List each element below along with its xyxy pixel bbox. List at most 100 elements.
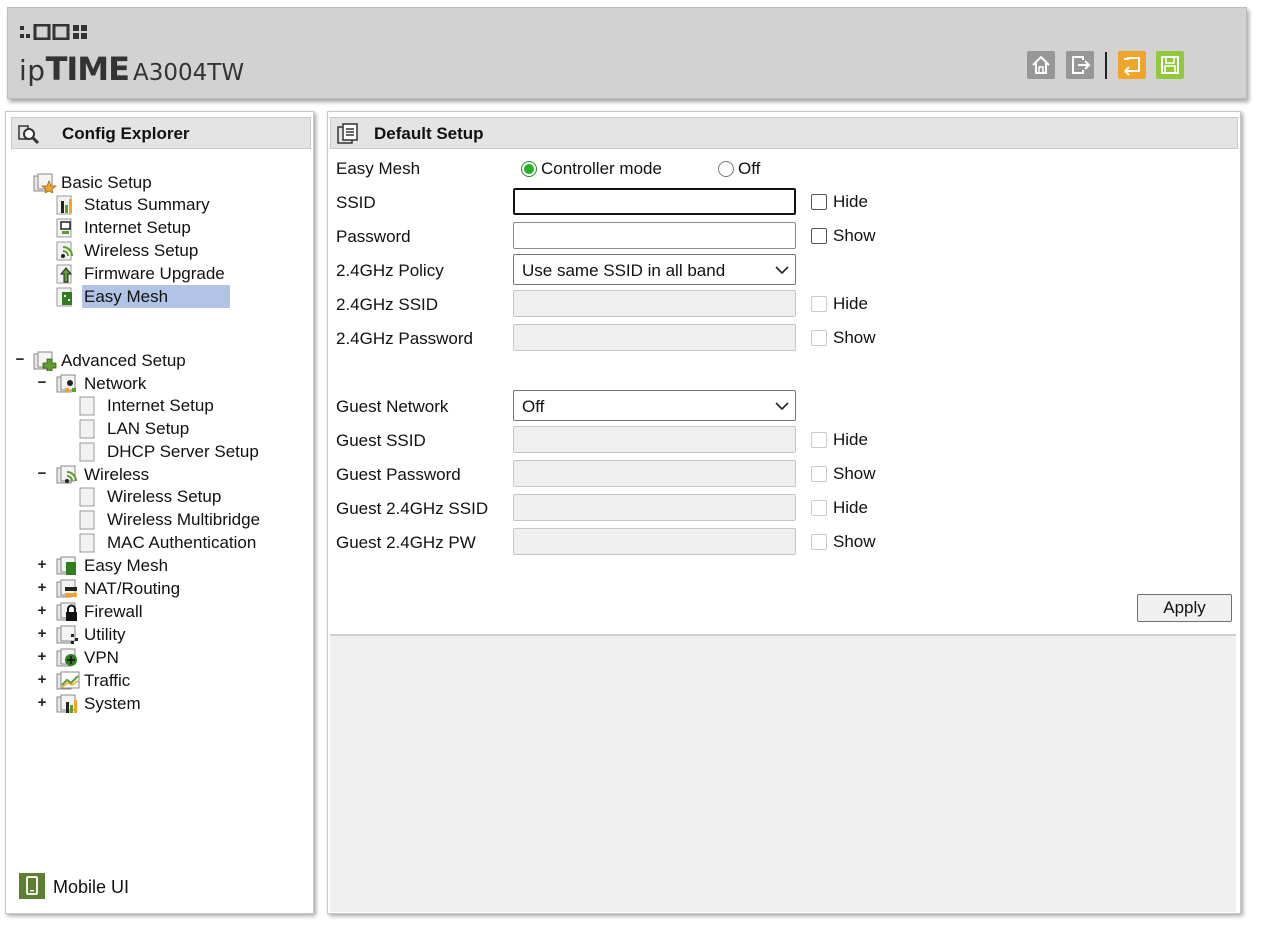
logout-button[interactable] (1066, 51, 1094, 79)
tree-basic-setup-label: Basic Setup (61, 173, 152, 192)
magnifier-icon (18, 125, 40, 145)
guest-password-label: Guest Password (336, 465, 461, 484)
chevron-down-icon (775, 402, 789, 411)
utility-icon (56, 625, 78, 644)
guest-pw-24-show-checkbox (811, 534, 827, 550)
traffic-icon (56, 671, 80, 690)
password-label: Password (336, 227, 411, 246)
guest-ssid-label: Guest SSID (336, 431, 426, 450)
model-name: A3004TW (133, 60, 245, 86)
password-24-show-label: Show (833, 328, 876, 347)
header-divider (1105, 52, 1107, 79)
ssid-hide-checkbox[interactable] (811, 194, 827, 210)
tree-wireless-toggle[interactable]: − (36, 466, 48, 481)
vpn-icon (56, 648, 77, 667)
tree-nat-routing-label: NAT/Routing (84, 579, 181, 598)
password-show-checkbox[interactable] (811, 228, 827, 244)
status-area (330, 634, 1236, 912)
tree-wireless-multibridge-label: Wireless Multibridge (107, 510, 261, 529)
page-icon (79, 487, 95, 507)
tree-easy-mesh-adv-toggle[interactable]: + (36, 557, 48, 572)
tree-advanced-toggle[interactable]: − (14, 352, 26, 367)
ssid-24-input (513, 290, 796, 317)
ssid-label: SSID (336, 193, 376, 212)
tree-nat-routing-toggle[interactable]: + (36, 580, 48, 595)
save-button[interactable] (1156, 51, 1184, 79)
tree-utility-label: Utility (84, 625, 126, 644)
wireless-folder-icon (56, 465, 77, 484)
mobile-phone-icon (19, 873, 45, 899)
brand-time: TIME (45, 50, 130, 88)
guest-ssid-24-label: Guest 2.4GHz SSID (336, 499, 489, 518)
page-icon (79, 419, 95, 439)
tree-utility-toggle[interactable]: + (36, 626, 48, 641)
guest-password-show-checkbox (811, 466, 827, 482)
password-24-show-checkbox (811, 330, 827, 346)
computer-icon (56, 218, 72, 238)
folder-star-icon (33, 173, 58, 193)
main-panel: Default Setup Easy Mesh Controller mode … (327, 111, 1241, 914)
tree-firewall-toggle[interactable]: + (36, 603, 48, 618)
guest-pw-24-label: Guest 2.4GHz PW (336, 533, 476, 552)
restore-icon (1124, 57, 1140, 76)
routing-icon (56, 579, 77, 598)
settings-window-icon (337, 123, 358, 144)
guest-ssid-24-hide-label: Hide (833, 498, 868, 517)
sidebar-title: Config Explorer (62, 124, 190, 143)
ssid-24-hide-checkbox (811, 296, 827, 312)
home-button[interactable] (1027, 51, 1055, 79)
main-title: Default Setup (374, 124, 484, 143)
guest-ssid-hide-checkbox (811, 432, 827, 448)
guest-pw-24-input (513, 528, 796, 555)
lock-icon (56, 602, 77, 621)
guest-network-select[interactable]: Off (513, 390, 796, 421)
wireless-icon (56, 241, 73, 261)
tree-easy-mesh-label: Easy Mesh (84, 287, 169, 306)
guest-password-input (513, 460, 796, 487)
guest-ssid-input (513, 426, 796, 453)
logout-icon (1072, 56, 1091, 74)
tree-wireless-setup-label: Wireless Setup (84, 241, 199, 260)
password-input[interactable] (513, 222, 796, 249)
iptime-logo-mark (20, 24, 87, 40)
system-chart-icon (56, 694, 77, 713)
tree-advanced-setup-label: Advanced Setup (61, 351, 186, 370)
tree-firmware-upgrade-label: Firmware Upgrade (84, 264, 225, 283)
tree-network-internet-setup-label: Internet Setup (107, 396, 214, 415)
home-icon (1032, 55, 1050, 74)
policy-select[interactable]: Use same SSID in all band (513, 254, 796, 285)
sidebar: Config Explorer Basic Setup Status Summa… (5, 111, 314, 914)
guest-ssid-24-hide-checkbox (811, 500, 827, 516)
tree-vpn-label: VPN (84, 648, 119, 667)
page-icon (79, 396, 95, 416)
tree-lan-setup-label: LAN Setup (107, 419, 190, 438)
controller-mode-label[interactable]: Controller mode (541, 159, 662, 179)
tree-traffic-toggle[interactable]: + (36, 672, 48, 687)
page-icon (79, 533, 95, 553)
brand-ip: ip (19, 54, 46, 87)
ssid-input[interactable] (513, 188, 796, 215)
guest-pw-24-show-label: Show (833, 532, 876, 551)
off-radio-label[interactable]: Off (738, 159, 760, 179)
off-radio[interactable] (718, 161, 734, 177)
password-24-input (513, 324, 796, 351)
policy-label: 2.4GHz Policy (336, 261, 444, 280)
chevron-down-icon (775, 266, 789, 275)
ssid-24-hide-label: Hide (833, 294, 868, 313)
tree-firewall-label: Firewall (84, 602, 143, 621)
upgrade-icon (56, 264, 73, 284)
tree-vpn-toggle[interactable]: + (36, 649, 48, 664)
tree-system-toggle[interactable]: + (36, 695, 48, 710)
password-show-label: Show (833, 226, 876, 245)
restore-button[interactable] (1118, 51, 1146, 79)
sidebar-title-bar: Config Explorer (11, 117, 311, 149)
guest-password-show-label: Show (833, 464, 876, 483)
apply-button[interactable]: Apply (1137, 594, 1232, 622)
tree-network-toggle[interactable]: − (36, 375, 48, 390)
tree-status-summary-label: Status Summary (84, 195, 210, 214)
page-icon (79, 442, 95, 462)
tree-network-label: Network (84, 374, 147, 393)
controller-mode-radio[interactable] (521, 161, 537, 177)
network-icon (56, 374, 76, 393)
easy-mesh-label: Easy Mesh (336, 159, 421, 178)
